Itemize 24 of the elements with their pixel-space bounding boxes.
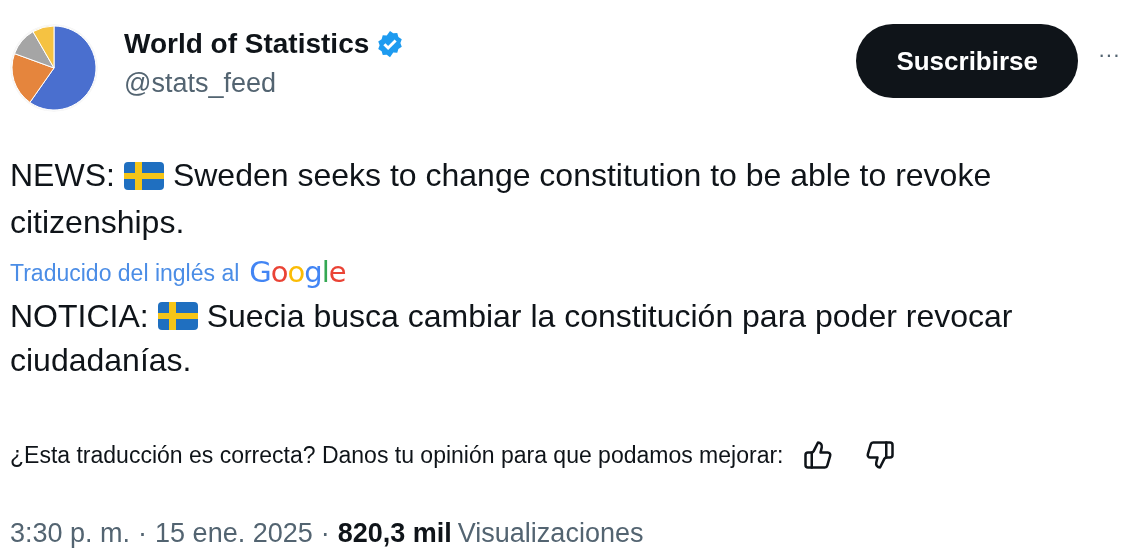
pie-chart-avatar[interactable] bbox=[10, 24, 98, 112]
post-date[interactable]: 15 ene. 2025 bbox=[155, 512, 313, 553]
translated-text: Suecia busca cambiar la constitución para poder revocar bbox=[206, 297, 1013, 336]
translated-text: ciudadanías. bbox=[10, 341, 192, 380]
post-text: Sweden seeks to change constitution to be able to revoke bbox=[172, 156, 992, 195]
thumbs-down-icon[interactable] bbox=[865, 440, 896, 471]
account-handle[interactable]: @stats_feed bbox=[124, 66, 406, 100]
sweden-flag-icon bbox=[123, 161, 164, 190]
views-label: Visualizaciones bbox=[457, 516, 644, 550]
google-logo: Google bbox=[249, 256, 346, 288]
sweden-flag-icon bbox=[157, 302, 198, 330]
account-name[interactable]: World of Statistics bbox=[124, 26, 370, 62]
thumbs-up-icon[interactable] bbox=[803, 440, 834, 471]
views-count: 820,3 mil bbox=[337, 516, 452, 550]
more-button[interactable]: ··· bbox=[1098, 44, 1120, 66]
separator-dot: · bbox=[138, 516, 148, 550]
separator-dot: · bbox=[320, 516, 330, 550]
post-text: citizenships. bbox=[10, 203, 185, 242]
feedback-question: ¿Esta traducción es correcta? Danos tu opinión para que podamos mejorar: bbox=[10, 441, 784, 470]
translation-label[interactable]: Traducido del inglés al bbox=[10, 258, 240, 288]
translated-prefix: NOTICIA: bbox=[10, 297, 149, 336]
subscribe-button[interactable]: Suscribirse bbox=[856, 24, 1078, 98]
post-prefix: NEWS: bbox=[10, 156, 115, 195]
post-time[interactable]: 3:30 p. m. bbox=[10, 512, 131, 553]
